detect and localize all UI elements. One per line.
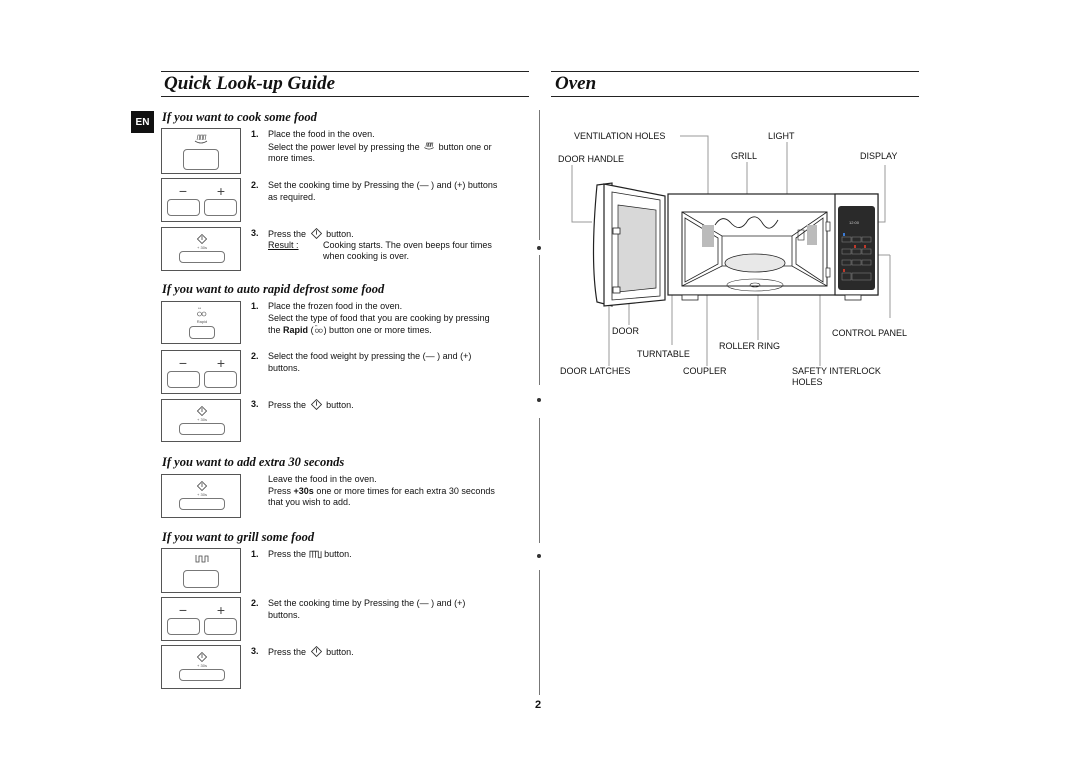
section-title-cook: If you want to cook some food bbox=[162, 110, 317, 124]
divider-dot bbox=[537, 554, 541, 558]
start-icon bbox=[197, 234, 207, 244]
start-icon bbox=[197, 652, 207, 662]
grill-icon bbox=[309, 550, 322, 559]
minus-button bbox=[167, 371, 200, 388]
grill-button bbox=[183, 570, 219, 588]
start-icon bbox=[310, 227, 322, 240]
language-badge: EN bbox=[131, 111, 154, 133]
label-ventilation-holes: VENTILATION HOLES bbox=[574, 131, 666, 141]
label-safety-interlock-holes: SAFETY INTERLOCK HOLES bbox=[792, 366, 881, 387]
power-level-button bbox=[183, 149, 219, 170]
column-divider bbox=[539, 255, 540, 385]
plus30-label: + 30s bbox=[197, 663, 207, 668]
rapid-defrost-icon: ** bbox=[314, 324, 323, 333]
weight-adjust-button-illustration: − + bbox=[161, 350, 241, 394]
label-display: DISPLAY bbox=[860, 151, 898, 161]
plus30-label: + 30s bbox=[197, 492, 207, 497]
divider-dot bbox=[537, 398, 541, 402]
plus30-label: + 30s bbox=[197, 245, 207, 250]
page-number: 2 bbox=[535, 699, 542, 711]
plus-icon: + bbox=[216, 355, 226, 371]
time-adjust-button-illustration: − + bbox=[161, 178, 241, 222]
start-button-illustration: + 30s bbox=[161, 645, 241, 689]
plus30-label: + 30s bbox=[197, 417, 207, 422]
start-button bbox=[179, 251, 225, 263]
grill-button-illustration bbox=[161, 548, 241, 593]
plus30-button-illustration: + 30s bbox=[161, 474, 241, 518]
grill-icon bbox=[195, 555, 209, 563]
start-icon bbox=[197, 406, 207, 416]
divider-dot bbox=[537, 246, 541, 250]
rapid-button bbox=[189, 326, 215, 339]
start-button-illustration: + 30s bbox=[161, 227, 241, 271]
oven-door bbox=[592, 182, 666, 307]
start-button-illustration: + 30s bbox=[161, 399, 241, 442]
plus-icon: + bbox=[216, 183, 226, 199]
minus-button bbox=[167, 618, 200, 635]
minus-icon: − bbox=[178, 602, 188, 618]
quick-lookup-title: Quick Look-up Guide bbox=[164, 73, 335, 94]
step-text: Place the food in the oven. Select the p… bbox=[268, 129, 492, 163]
rapid-label: Rapid bbox=[196, 319, 208, 324]
power-level-icon bbox=[194, 134, 208, 144]
plus30-button bbox=[179, 498, 225, 510]
right-header-bottom-rule bbox=[551, 96, 919, 97]
left-header-bottom-rule bbox=[161, 96, 529, 97]
svg-text:**: ** bbox=[198, 306, 202, 311]
label-roller-ring: ROLLER RING bbox=[719, 341, 781, 351]
result-label: Result : bbox=[268, 239, 299, 250]
start-icon bbox=[197, 481, 207, 491]
step-number: 1. bbox=[251, 129, 259, 139]
plus-button bbox=[204, 371, 237, 388]
right-header-top-rule bbox=[551, 71, 919, 72]
plus-button bbox=[204, 199, 237, 216]
rapid-defrost-button-illustration: ** Rapid bbox=[161, 301, 241, 344]
oven-title: Oven bbox=[555, 73, 597, 94]
power-level-icon bbox=[424, 142, 434, 149]
label-coupler: COUPLER bbox=[683, 366, 727, 376]
start-icon bbox=[310, 398, 322, 411]
section-title-extra-30s: If you want to add extra 30 seconds bbox=[162, 455, 345, 469]
rapid-defrost-icon: ** bbox=[197, 306, 207, 317]
label-door-handle: DOOR HANDLE bbox=[558, 154, 625, 164]
display-readout: 12:00 bbox=[849, 220, 860, 225]
left-header-top-rule bbox=[161, 71, 529, 72]
column-divider bbox=[539, 110, 540, 240]
power-level-button-illustration bbox=[161, 128, 241, 174]
minus-button bbox=[167, 199, 200, 216]
label-door: DOOR bbox=[612, 326, 639, 336]
minus-icon: − bbox=[178, 355, 188, 371]
section-title-defrost: If you want to auto rapid defrost some f… bbox=[162, 282, 385, 296]
minus-icon: − bbox=[178, 183, 188, 199]
label-grill: GRILL bbox=[731, 151, 758, 161]
start-button bbox=[179, 423, 225, 435]
label-door-latches: DOOR LATCHES bbox=[560, 366, 631, 376]
label-turntable: TURNTABLE bbox=[637, 349, 690, 359]
control-panel: 12:00 bbox=[838, 206, 875, 290]
column-divider bbox=[539, 570, 540, 695]
column-divider bbox=[539, 418, 540, 543]
plus-icon: + bbox=[216, 602, 226, 618]
section-title-grill: If you want to grill some food bbox=[162, 530, 315, 544]
start-button bbox=[179, 669, 225, 681]
label-light: LIGHT bbox=[768, 131, 795, 141]
label-control-panel: CONTROL PANEL bbox=[832, 328, 908, 338]
result-text: Cooking starts. The oven beeps four time… bbox=[323, 239, 492, 262]
plus-button bbox=[204, 618, 237, 635]
svg-text:**: ** bbox=[314, 324, 317, 328]
time-adjust-button-illustration: − + bbox=[161, 597, 241, 641]
start-icon bbox=[310, 645, 322, 658]
